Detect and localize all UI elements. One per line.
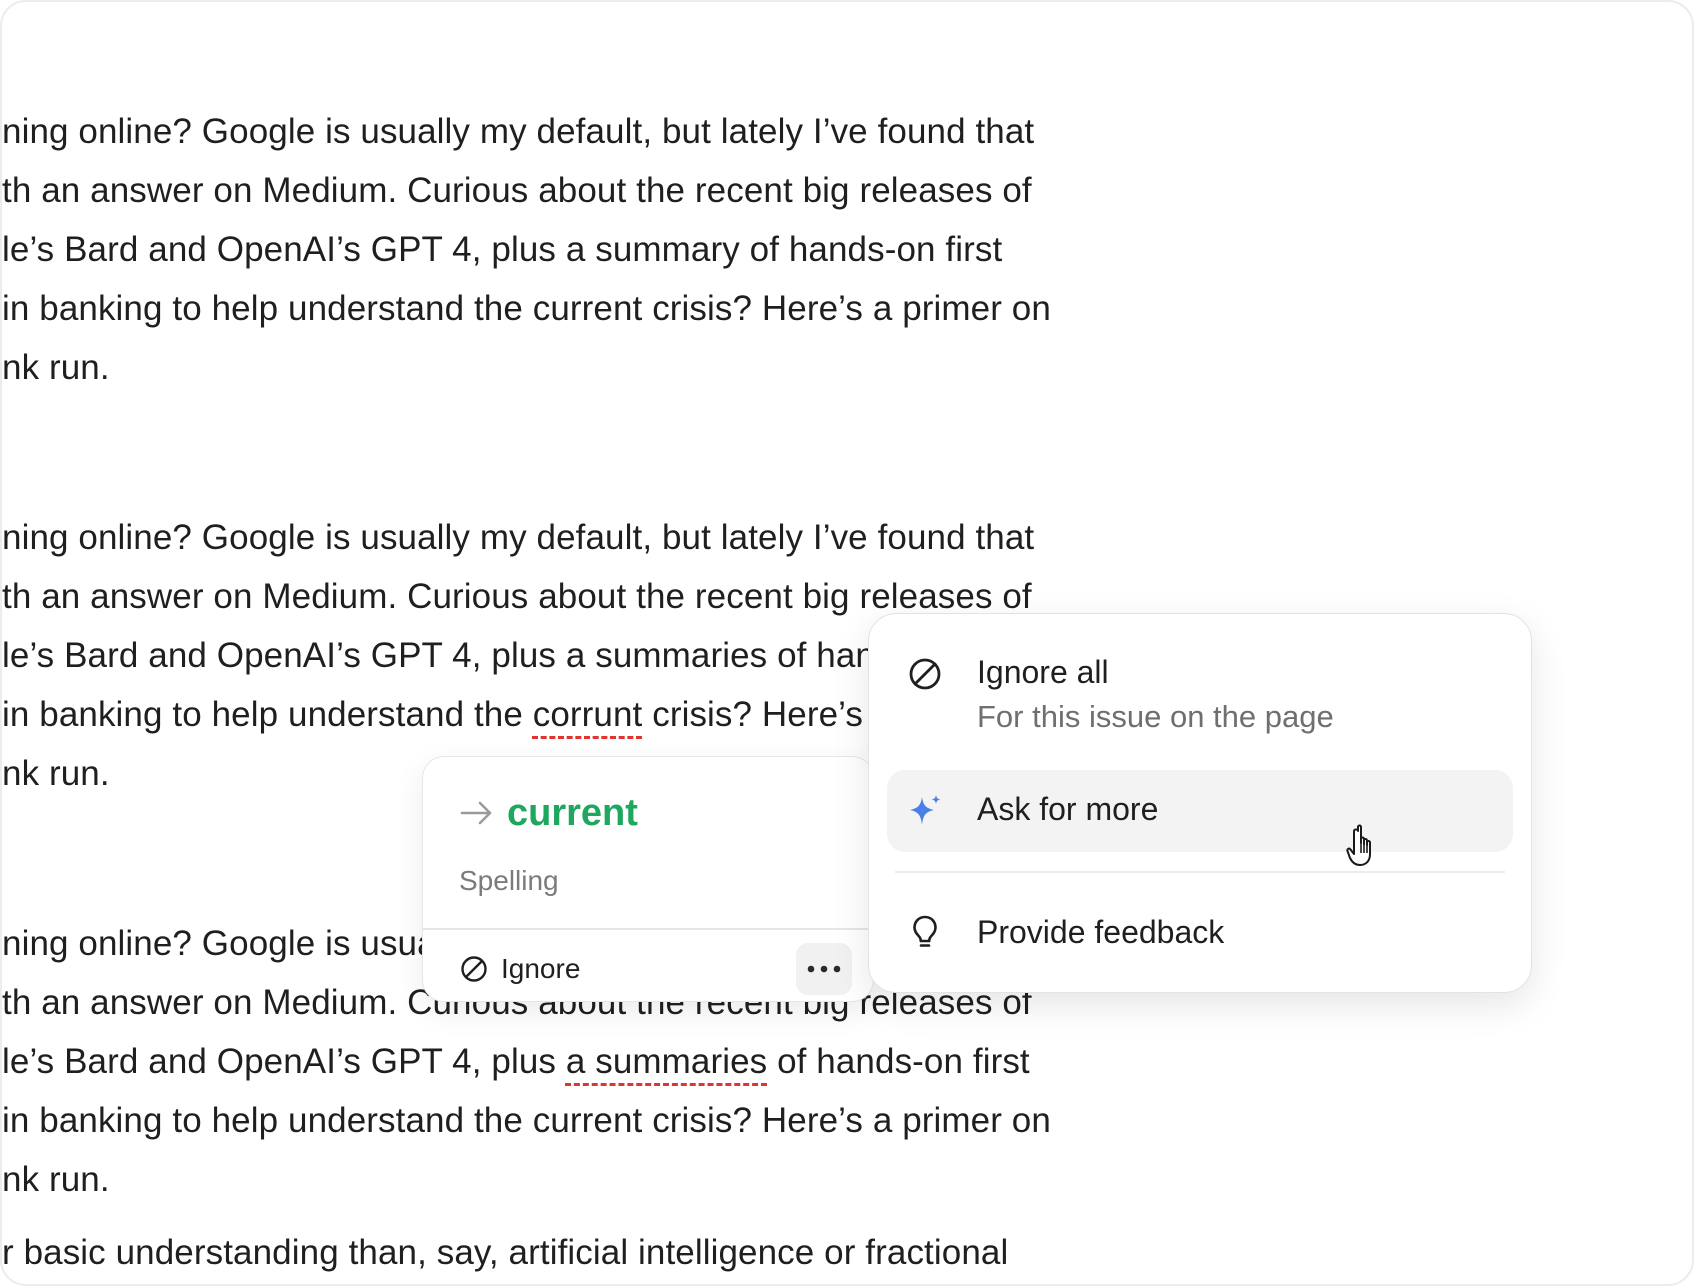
text-segment: in banking to help understand the <box>2 695 533 734</box>
card-divider <box>423 928 873 930</box>
more-options-menu: Ignore all For this issue on the page As… <box>868 613 1532 993</box>
text-line: r basic understanding than, say, artific… <box>2 1231 1008 1275</box>
menu-item-label: Ignore all <box>977 654 1109 690</box>
spelling-error-highlight[interactable]: corrunt <box>533 695 643 734</box>
text-segment: le’s Bard and OpenAI’s GPT 4, plus a sum… <box>2 230 1003 269</box>
text-segment: in banking to help understand the curren… <box>2 1101 1051 1140</box>
sparkle-icon <box>910 795 941 825</box>
spelling-error-highlight[interactable]: a summaries <box>566 1042 767 1081</box>
text-line: ning online? Google is usually my defaul… <box>2 516 1034 560</box>
text-line: nk run. <box>2 346 110 390</box>
suggested-replacement[interactable]: current <box>507 791 638 835</box>
text-segment: of hands-on first <box>767 1042 1030 1081</box>
text-segment: r basic understanding than, say, artific… <box>2 1233 1009 1272</box>
ignore-button[interactable]: Ignore <box>459 943 580 995</box>
suggestion-card: current Spelling Ignore <box>422 756 874 1002</box>
text-line: in banking to help understand the curren… <box>2 287 1051 331</box>
text-segment: ning online? Google is usually my defaul… <box>2 112 1035 151</box>
text-segment: le’s Bard and OpenAI’s GPT 4, plus <box>2 1042 566 1081</box>
text-line: le’s Bard and OpenAI’s GPT 4, plus a sum… <box>2 228 1002 272</box>
text-line: ning online? Google is usually my defaul… <box>2 110 1034 154</box>
text-segment: th an answer on Medium. Curious about th… <box>2 171 1032 210</box>
text-segment: th an answer on Medium. Curious about th… <box>2 577 1032 616</box>
text-segment: in banking to help understand the curren… <box>2 289 1051 328</box>
text-line: th an answer on Medium. Curious about th… <box>2 169 1032 213</box>
menu-divider <box>895 871 1505 873</box>
menu-item-label: Ask for more <box>977 791 1159 827</box>
menu-item-ask-for-more[interactable]: Ask for more <box>887 770 1513 852</box>
more-horizontal-icon <box>807 965 841 973</box>
hand-pointer-cursor-icon <box>1346 824 1371 866</box>
text-line: in banking to help understand the curren… <box>2 1099 1051 1143</box>
text-line: th an answer on Medium. Curious about th… <box>2 575 1032 619</box>
text-segment: nk run. <box>2 348 110 387</box>
arrow-right-icon <box>460 801 492 825</box>
text-segment: nk run. <box>2 1160 110 1199</box>
text-line: nk run. <box>2 752 110 796</box>
issue-category: Spelling <box>459 865 559 896</box>
menu-item-provide-feedback[interactable]: Provide feedback <box>887 896 1513 970</box>
menu-item-label: Provide feedback <box>977 914 1225 950</box>
ban-icon <box>461 956 487 982</box>
text-line: le’s Bard and OpenAI’s GPT 4, plus a sum… <box>2 1040 1030 1084</box>
text-line: nk run. <box>2 1158 110 1202</box>
suggestion-row[interactable]: current <box>459 791 638 835</box>
menu-item-ignore-all[interactable]: Ignore all For this issue on the page <box>887 644 1513 756</box>
ignore-label: Ignore <box>501 953 581 984</box>
ban-icon <box>909 658 941 690</box>
more-options-button[interactable] <box>796 943 852 995</box>
menu-item-sublabel: For this issue on the page <box>977 699 1334 734</box>
text-segment: ning online? Google is usually my defaul… <box>2 518 1035 557</box>
editor-window: ning online? Google is usually my defaul… <box>0 0 1694 1286</box>
lightbulb-icon <box>913 915 937 947</box>
text-segment: nk run. <box>2 754 110 793</box>
